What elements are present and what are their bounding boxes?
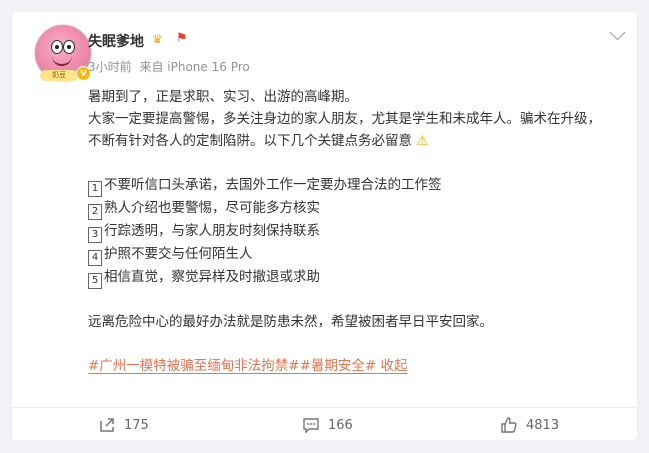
repost-icon	[100, 418, 114, 432]
hashtag-line: #广州一模特被骗至缅甸非法拘禁##暑期安全# 收起	[88, 355, 608, 377]
post-source: 来自 iPhone 16 Pro	[139, 60, 250, 74]
number-3-icon: 3	[88, 227, 102, 243]
crown-icon[interactable]: ♛	[152, 32, 163, 46]
like-button[interactable]: 4813	[500, 416, 559, 434]
closing-line: 远离危险中心的最好办法就是防患未然，希望被困者早日平安回家。	[88, 314, 493, 330]
repost-button[interactable]: 175	[98, 416, 149, 434]
post-line-1: 暑期到了，正是求职、实习、出游的高峰期。	[88, 89, 358, 105]
flag-icon[interactable]: ⚑	[176, 31, 188, 46]
post-time[interactable]: 3小时前	[88, 60, 132, 74]
warning-icon: ⚠	[416, 133, 429, 149]
avatar-tag: 奶豆	[40, 70, 78, 81]
avatar[interactable]: 奶豆 V	[34, 24, 92, 82]
tip-item: 5 相信直觉，察觉异样及时撤退或求助	[88, 266, 608, 289]
tip-item: 2 熟人介绍也要警惕，尽可能多方核实	[88, 197, 608, 220]
tip-item: 4 护照不要交与任何陌生人	[88, 243, 608, 266]
thumbs-up-icon	[501, 417, 517, 433]
post-meta: 3小时前 来自 iPhone 16 Pro	[88, 58, 250, 75]
number-2-icon: 2	[88, 204, 102, 220]
collapse-link[interactable]: 收起	[381, 358, 408, 374]
tip-item: 3 行踪透明，与家人朋友时刻保持联系	[88, 220, 608, 243]
repost-count: 175	[124, 417, 149, 433]
comment-count: 166	[328, 417, 353, 433]
comment-icon	[303, 418, 319, 434]
hashtag-link[interactable]: #广州一模特被骗至缅甸非法拘禁#	[88, 358, 300, 374]
like-count: 4813	[526, 417, 560, 433]
post-body: 暑期到了，正是求职、实习、出游的高峰期。 大家一定要提高警惕，多关注身边的家人朋…	[88, 86, 608, 377]
number-5-icon: 5	[88, 273, 102, 289]
number-4-icon: 4	[88, 250, 102, 266]
post-line-2: 大家一定要提高警惕，多关注身边的家人朋友，尤其是学生和未成年人。骗术在升级，不断…	[88, 111, 601, 149]
action-bar: 175 166 4813	[12, 407, 637, 441]
comment-button[interactable]: 166	[302, 416, 353, 434]
username[interactable]: 失眠爹地	[88, 31, 144, 51]
tip-item: 1 不要听信口头承诺，去国外工作一定要办理合法的工作签	[88, 174, 608, 197]
hashtag-link[interactable]: #暑期安全#	[300, 358, 377, 374]
number-1-icon: 1	[88, 181, 102, 197]
